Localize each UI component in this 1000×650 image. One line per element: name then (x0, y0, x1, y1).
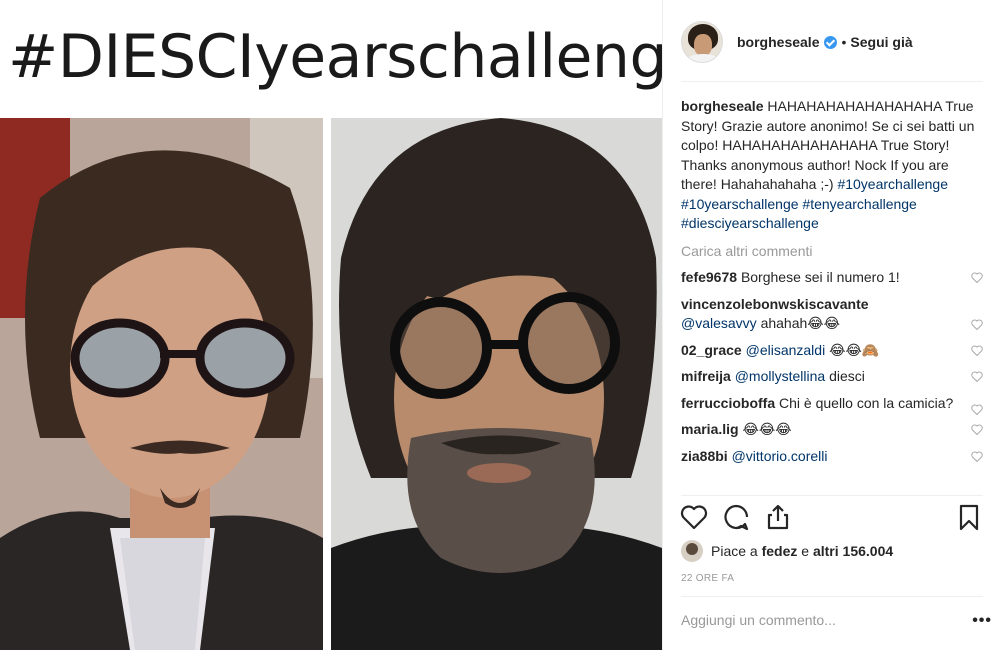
likes-count-link[interactable]: altri 156.004 (813, 543, 893, 559)
comment-mention[interactable]: @mollystellina (735, 368, 825, 384)
post-headline: #DIESCIyearschallenge (8, 22, 662, 92)
right-portrait-photo (331, 118, 662, 650)
comment-like-icon[interactable] (971, 451, 983, 462)
hashtag-link[interactable]: #10yearschallenge (681, 196, 799, 212)
comment-mention[interactable]: @elisanzaldi (746, 342, 826, 358)
comment-username[interactable]: fefe9678 (681, 269, 737, 285)
action-bar (679, 500, 985, 534)
comment-item: ferruccioboffa Chi è quello con la camic… (681, 394, 987, 415)
comment-username[interactable]: 02_grace (681, 342, 742, 358)
heart-icon[interactable] (679, 502, 709, 532)
left-portrait-photo (0, 118, 323, 650)
comment-username[interactable]: ferruccioboffa (681, 395, 775, 411)
post-sidebar: borgheseale • Segui già borgheseale HAHA… (662, 0, 1000, 650)
hashtag-link[interactable]: #tenyearchallenge (802, 196, 916, 212)
comment-item: zia88bi @vittorio.corelli (681, 447, 987, 467)
verified-badge-icon (824, 35, 838, 49)
post-media[interactable]: #DIESCIyearschallenge (0, 0, 662, 650)
share-icon[interactable] (763, 502, 793, 532)
actions-divider (681, 495, 983, 496)
comment-icon[interactable] (721, 502, 751, 532)
load-more-comments-button[interactable]: Carica altri commenti (681, 242, 987, 262)
comment-item: fefe9678 Borghese sei il numero 1! (681, 268, 987, 288)
post-header: borgheseale • Segui già (681, 18, 983, 66)
comment-item: maria.lig 😂😂😂 (681, 420, 987, 440)
likes-connector: e (801, 543, 810, 559)
comment-text: diesci (829, 368, 865, 384)
comment-like-icon[interactable] (971, 272, 983, 283)
comment-like-icon[interactable] (971, 404, 983, 415)
comment-item: 02_grace @elisanzaldi 😂😂🙈 (681, 341, 987, 361)
post-timestamp[interactable]: 22 ORE FA (681, 573, 734, 584)
comment-like-icon[interactable] (971, 319, 983, 330)
follow-button[interactable]: Segui già (850, 34, 912, 50)
add-comment-input[interactable]: Aggiungi un commento... (681, 612, 836, 628)
likes-prefix: Piace a (711, 543, 758, 559)
comment-item: vincenzolebonwskiscavante @valesavvy aha… (681, 295, 987, 334)
hashtag-link[interactable]: #diesciyearschallenge (681, 215, 819, 231)
author-avatar[interactable] (681, 21, 723, 63)
comment-text: 😂😂🙈 (829, 341, 880, 358)
likes-summary: Piace a fedez e altri 156.004 (681, 540, 893, 562)
comments-list[interactable]: borgheseale HAHAHAHAHAHAHAHAHA True Stor… (681, 97, 987, 492)
comment-username[interactable]: zia88bi (681, 448, 728, 464)
comment-text: Borghese sei il numero 1! (740, 269, 900, 285)
comment-divider (681, 596, 983, 597)
comment-text: Chi è quello con la camicia? (779, 394, 954, 411)
comment-username[interactable]: vincenzolebonwskiscavante (681, 296, 869, 312)
liker-username[interactable]: fedez (762, 543, 798, 559)
comment-username[interactable]: mifreija (681, 368, 731, 384)
liker-avatar[interactable] (681, 540, 703, 562)
header-divider (681, 81, 983, 82)
comment-text: ahahah😂😂 (760, 315, 841, 331)
comment-item: mifreija @mollystellina diesci (681, 367, 987, 387)
caption-username[interactable]: borgheseale (681, 98, 763, 114)
comment-username[interactable]: maria.lig (681, 421, 739, 437)
more-options-icon[interactable]: ••• (972, 612, 992, 630)
bookmark-icon[interactable] (954, 502, 984, 532)
header-separator: • (841, 34, 847, 50)
comment-like-icon[interactable] (971, 424, 983, 435)
comment-like-icon[interactable] (971, 371, 983, 382)
comment-text: 😂😂😂 (742, 421, 792, 437)
hashtag-link[interactable]: #10yearchallenge (837, 176, 948, 192)
comment-mention[interactable]: @valesavvy (681, 315, 757, 331)
comment-mention[interactable]: @vittorio.corelli (732, 448, 828, 464)
comment-like-icon[interactable] (971, 345, 983, 356)
author-username[interactable]: borgheseale (737, 34, 819, 50)
post-caption: borgheseale HAHAHAHAHAHAHAHAHA True Stor… (681, 97, 987, 234)
